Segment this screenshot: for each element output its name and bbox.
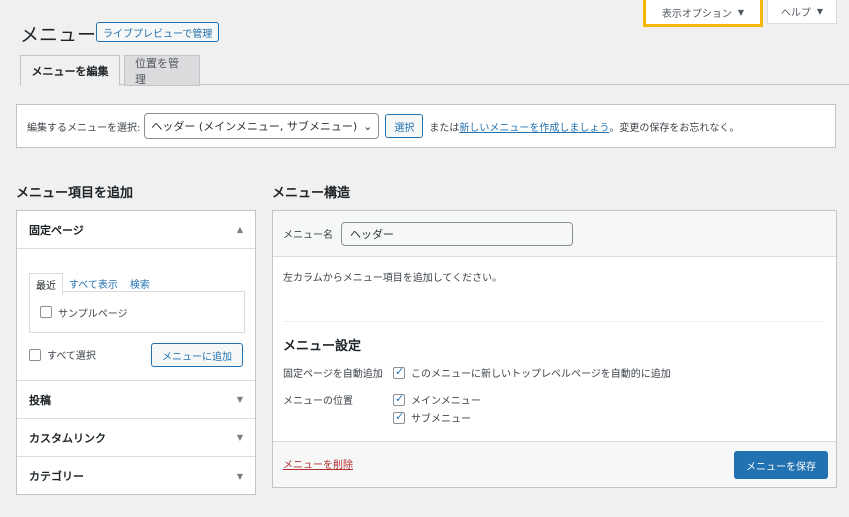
help-label: ヘルプ bbox=[780, 8, 811, 19]
auto-add-option-label: このメニューに新しいトップレベルページを自動的に追加 bbox=[411, 369, 671, 380]
location-row-main: メニューの位置 メインメニュー bbox=[283, 392, 481, 408]
caret-down-icon: ▼ bbox=[236, 395, 243, 404]
select-all[interactable]: すべて選択 bbox=[29, 347, 96, 362]
accordion-custom-links[interactable]: カスタムリンク ▼ bbox=[17, 419, 255, 457]
menu-name-input[interactable]: ヘッダー bbox=[341, 221, 573, 246]
sub-menu-checkbox[interactable] bbox=[393, 410, 405, 424]
menu-select-dropdown[interactable]: ヘッダー (メインメニュー, サブメニュー) ⌄ bbox=[144, 113, 380, 139]
selected-menu: ヘッダー (メインメニュー, サブメニュー) bbox=[151, 120, 358, 133]
menu-name-row: メニュー名 ヘッダー bbox=[273, 211, 836, 257]
auto-add-row: 固定ページを自動追加 このメニューに新しいトップレベルページを自動的に追加 bbox=[283, 365, 671, 381]
page-checkbox[interactable] bbox=[40, 306, 52, 318]
pages-panel: 最近 すべて表示 検索 サンプルページ すべて選択 メニューに追加 bbox=[17, 249, 255, 381]
location-label: メニューの位置 bbox=[283, 396, 353, 407]
tab-recent[interactable]: 最近 bbox=[29, 273, 63, 296]
chevron-down-icon: ⌄ bbox=[363, 119, 373, 133]
instruction-text: 左カラムからメニュー項目を追加してください。 bbox=[283, 273, 503, 284]
page-title: メニュー bbox=[20, 24, 97, 46]
caret-down-icon: ▼ bbox=[236, 433, 243, 442]
caret-down-icon: ▼ bbox=[737, 7, 745, 17]
add-items-heading: メニュー項目を追加 bbox=[16, 186, 134, 201]
select-prompt: 編集するメニューを選択: bbox=[27, 122, 141, 134]
or-text: または bbox=[429, 122, 460, 134]
menu-footer: メニューを削除 メニューを保存 bbox=[273, 441, 836, 487]
tab-edit-menus[interactable]: メニューを編集 bbox=[20, 55, 120, 86]
live-preview-button[interactable]: ライブプレビューで管理 bbox=[96, 22, 220, 42]
location-row-sub: サブメニュー bbox=[283, 410, 471, 425]
delete-menu-link[interactable]: メニューを削除 bbox=[283, 456, 353, 471]
menu-select-bar: 編集するメニューを選択: ヘッダー (メインメニュー, サブメニュー) ⌄ 選択… bbox=[16, 104, 836, 148]
help-button[interactable]: ヘルプ ▼ bbox=[767, 0, 837, 24]
accordion-pages[interactable]: 固定ページ ▲ bbox=[17, 211, 255, 249]
caret-down-icon: ▼ bbox=[236, 471, 243, 481]
main-menu-checkbox[interactable] bbox=[393, 392, 405, 406]
screen-options-label: 表示オプション bbox=[661, 8, 732, 20]
screen-options-button[interactable]: 表示オプション ▼ bbox=[643, 0, 763, 27]
auto-add-label: 固定ページを自動追加 bbox=[283, 369, 383, 380]
nav-tabs: メニューを編集 位置を管理 bbox=[20, 55, 849, 86]
divider bbox=[283, 321, 826, 322]
page-item-label: サンプルページ bbox=[58, 308, 128, 320]
accordion-categories-label: カテゴリー bbox=[29, 470, 84, 483]
tab-manage-locations[interactable]: 位置を管理 bbox=[124, 55, 200, 86]
select-all-checkbox[interactable] bbox=[29, 348, 41, 361]
auto-add-checkbox[interactable] bbox=[393, 365, 405, 379]
page-list: サンプルページ bbox=[29, 291, 245, 333]
add-items-panel: 固定ページ ▲ 最近 すべて表示 検索 サンプルページ すべて選択 メニューに追… bbox=[16, 210, 256, 495]
accordion-categories[interactable]: カテゴリー ▼ bbox=[17, 457, 255, 495]
menu-settings-heading: メニュー設定 bbox=[283, 339, 362, 354]
caret-up-icon: ▲ bbox=[236, 225, 243, 234]
main-menu-label: メインメニュー bbox=[411, 396, 481, 407]
menu-structure-heading: メニュー構造 bbox=[272, 186, 351, 201]
menu-name-label: メニュー名 bbox=[283, 230, 333, 241]
sub-menu-label: サブメニュー bbox=[411, 414, 471, 425]
accordion-posts-label: 投稿 bbox=[29, 393, 51, 407]
accordion-pages-label: 固定ページ bbox=[29, 223, 84, 237]
create-menu-link[interactable]: 新しいメニューを作成しましょう bbox=[459, 119, 609, 134]
save-menu-button[interactable]: メニューを保存 bbox=[734, 451, 828, 479]
select-button[interactable]: 選択 bbox=[385, 114, 424, 138]
menu-structure-panel: メニュー名 ヘッダー 左カラムからメニュー項目を追加してください。 メニュー設定… bbox=[272, 210, 837, 488]
select-all-label: すべて選択 bbox=[47, 351, 96, 362]
accordion-custom-links-label: カスタムリンク bbox=[29, 431, 106, 445]
accordion-posts[interactable]: 投稿 ▼ bbox=[17, 381, 255, 419]
save-reminder-text: 。変更の保存をお忘れなく。 bbox=[609, 122, 740, 134]
add-to-menu-button[interactable]: メニューに追加 bbox=[151, 343, 243, 367]
caret-down-icon: ▼ bbox=[816, 7, 824, 16]
